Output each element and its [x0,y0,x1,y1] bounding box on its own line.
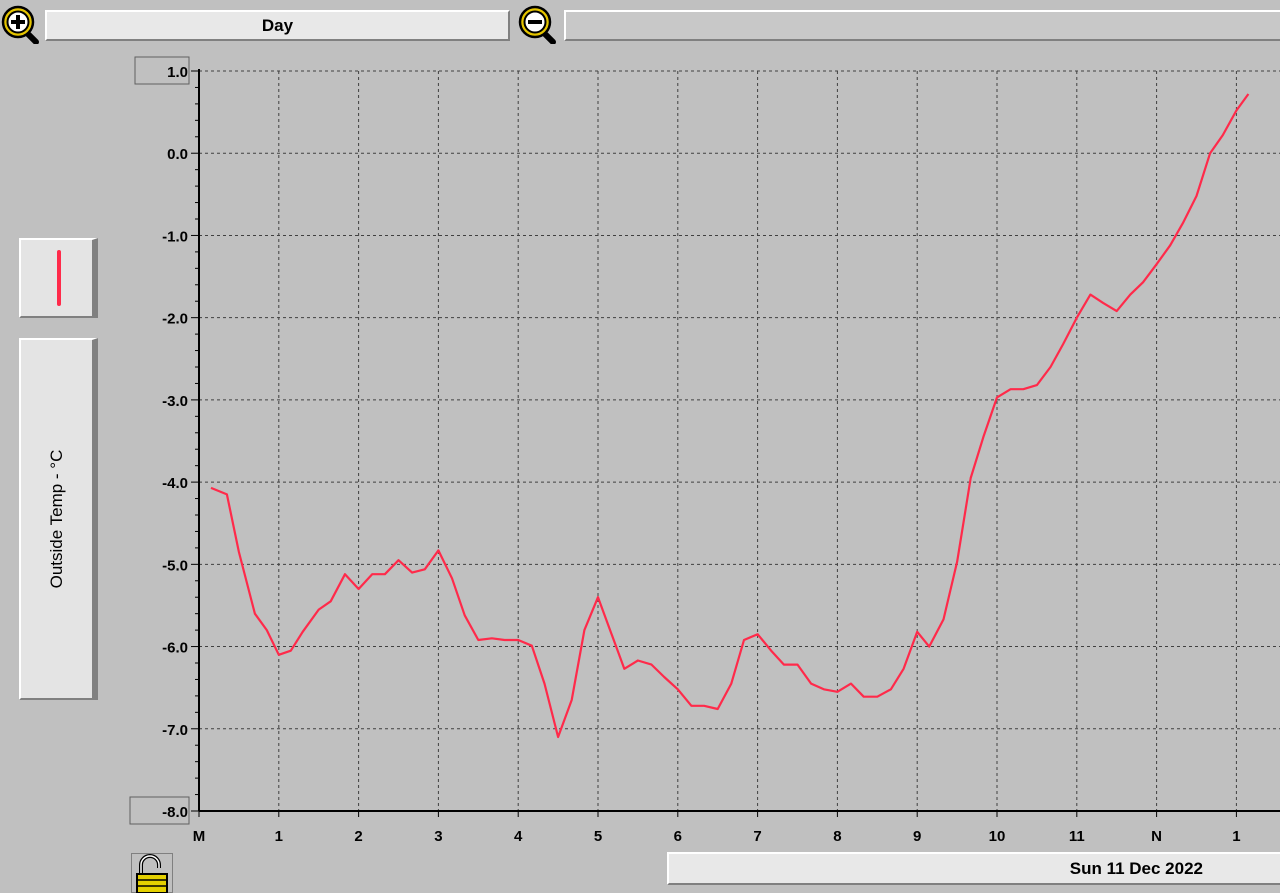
y-tick-label: -8.0 [162,804,188,821]
grid-lines [199,70,1280,811]
date-display[interactable]: Sun 11 Dec 2022 [667,852,1280,885]
x-tick-label: 8 [833,828,841,845]
x-tick-label: 1 [1232,828,1240,845]
x-tick-label: M [193,828,206,845]
series-layer [210,93,1250,739]
x-tick-label: 1 [275,828,283,845]
x-tick-label: 5 [594,828,602,845]
x-tick-label: N [1151,828,1162,845]
y-tick-label: -4.0 [162,475,188,492]
y-tick-label: -3.0 [162,393,188,410]
x-tick-label: 9 [913,828,921,845]
y-tick-label: 0.0 [167,146,188,163]
x-tick-label: 3 [434,828,442,845]
x-tick-label: 2 [354,828,362,845]
y-tick-label: -5.0 [162,557,188,574]
y-tick-label: -2.0 [162,311,188,328]
y-tick-label: 1.0 [167,64,188,81]
x-tick-label: 11 [1069,828,1085,845]
temperature-series-line [210,93,1250,739]
lock-button[interactable] [131,853,173,893]
temperature-chart: 1.0 0.0 -1.0 -2.0 -3.0 -4.0 -5.0 -6.0 -7.0 -8.0 M… [129,56,1280,845]
axes [191,69,1280,817]
y-tick-label: -6.0 [162,640,188,657]
x-tick-label: 7 [753,828,761,845]
x-tick-label: 6 [674,828,682,845]
y-tick-label: -7.0 [162,722,188,739]
y-tick-labels: 1.0 0.0 -1.0 -2.0 -3.0 -4.0 -5.0 -6.0 -7.0 -8.0 [129,56,190,825]
x-tick-label: 4 [514,828,523,845]
y-tick-label: -1.0 [162,228,188,245]
x-tick-labels: M 1 2 3 4 5 6 7 8 9 10 11 N 1 [193,828,1241,845]
x-tick-label: 10 [989,828,1006,845]
